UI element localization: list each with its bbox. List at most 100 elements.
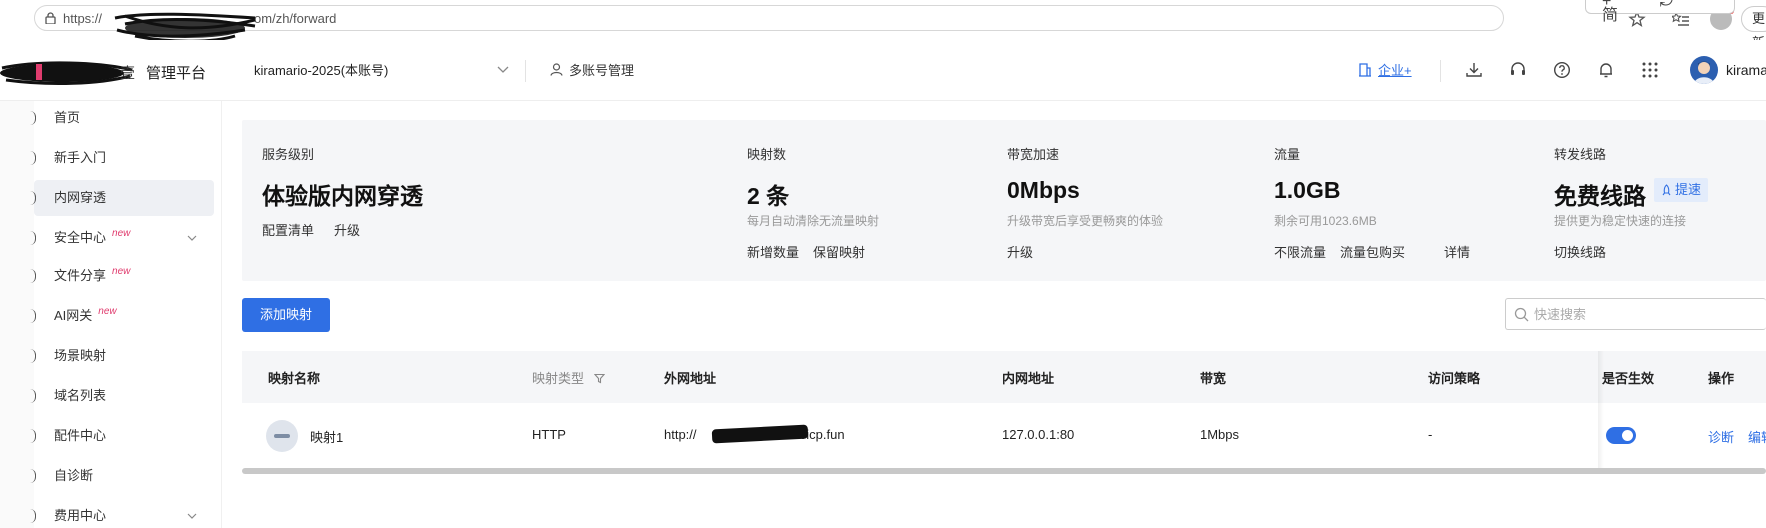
sidebar-item-home[interactable]: 首页	[34, 100, 214, 136]
sidebar-item-getting-started[interactable]: 新手入门	[34, 140, 214, 176]
address-bar[interactable]: https://om/zh/forward	[34, 5, 1504, 43]
speed-up-label: 提速	[1675, 182, 1702, 197]
header-divider	[525, 60, 526, 82]
upgrade-service-link[interactable]: 升级	[334, 220, 360, 239]
service-level-label: 服务级别	[262, 147, 315, 162]
sidebar-item-label: AI网关	[54, 308, 93, 323]
column-header-name[interactable]: 映射名称	[268, 368, 320, 387]
internal-address: 127.0.0.1:80	[1002, 427, 1075, 442]
column-header-bandwidth[interactable]: 带宽	[1200, 368, 1226, 387]
speed-up-button[interactable]: 提速	[1654, 178, 1709, 202]
logo-redaction	[0, 61, 133, 85]
mapping-table: 映射名称 映射类型 外网地址 内网地址 带宽 访问策略 是否生效 操作 映射1 …	[242, 351, 1766, 471]
help-icon[interactable]	[1553, 61, 1571, 79]
sidebar-item-label: 新手入门	[54, 150, 107, 165]
mapping-count-value: 2 条	[747, 183, 790, 209]
sidebar-item-label: 首页	[54, 110, 81, 125]
account-name: kiramario-2025(本账号)	[254, 63, 389, 78]
traffic-value: 1.0GB	[1274, 177, 1341, 203]
diagnose-link[interactable]: 诊断	[1708, 427, 1734, 446]
table-row: 映射1 HTTP http://uvicp.fun 127.0.0.1:80 1…	[242, 403, 1766, 469]
horizontal-scrollbar[interactable]	[242, 468, 1766, 474]
traffic-desc: 剩余可用1023.6MB	[1274, 214, 1377, 228]
config-list-link[interactable]: 配置清单	[262, 220, 314, 239]
search-input[interactable]	[1534, 303, 1754, 325]
switch-route-link[interactable]: 切换线路	[1554, 242, 1606, 261]
sidebar-item-billing[interactable]: 费用中心	[34, 498, 214, 528]
table-header: 映射名称 映射类型 外网地址 内网地址 带宽 访问策略 是否生效 操作	[242, 351, 1766, 403]
chevron-down-icon	[497, 66, 509, 73]
mapping-count-label: 映射数	[747, 147, 787, 162]
new-badge: new	[98, 306, 117, 317]
new-badge: new	[112, 228, 131, 239]
mapping-name: 映射1	[310, 430, 344, 445]
apps-grid-icon[interactable]	[1641, 61, 1659, 79]
enterprise-label: 企业+	[1378, 63, 1412, 78]
multi-account-label: 多账号管理	[569, 63, 635, 78]
column-header-actions: 操作	[1708, 371, 1735, 386]
bandwidth-desc: 升级带宽后享受更畅爽的体验	[1007, 214, 1164, 228]
enterprise-button[interactable]: 企业+	[1358, 60, 1412, 79]
browser-bar: https://om/zh/forward 更新 + ⤾ 简	[0, 0, 1766, 50]
search-box[interactable]	[1505, 298, 1766, 330]
unlimited-traffic-link[interactable]: 不限流量	[1274, 242, 1326, 261]
lock-icon	[45, 12, 56, 24]
bell-icon[interactable]	[1597, 61, 1615, 79]
brand-name: 壹	[120, 65, 136, 82]
multi-account-button[interactable]: 多账号管理	[550, 60, 634, 79]
sidebar-item-security[interactable]: 安全中心 new	[34, 220, 214, 256]
new-badge: new	[112, 266, 131, 277]
column-header-enabled[interactable]: 是否生效	[1602, 368, 1654, 387]
sidebar-item-accessories[interactable]: 配件中心	[34, 418, 214, 454]
sidebar-item-intranet[interactable]: 内网穿透	[34, 180, 214, 216]
sidebar-item-label: 安全中心	[54, 230, 107, 245]
sidebar-item-label: 费用中心	[54, 508, 107, 523]
download-icon[interactable]	[1465, 61, 1483, 79]
chevron-down-icon	[187, 513, 197, 519]
user-icon	[550, 63, 563, 76]
column-header-type[interactable]: 映射类型	[532, 368, 605, 387]
avatar-image-icon	[1694, 61, 1714, 84]
sidebar-item-self-diagnose[interactable]: 自诊断	[34, 458, 214, 494]
column-header-label: 映射类型	[532, 371, 585, 386]
enabled-toggle[interactable]	[1606, 427, 1636, 444]
column-header-policy[interactable]: 访问策略	[1428, 368, 1480, 387]
mapping-count-desc: 每月自动清除无流量映射	[747, 214, 880, 228]
traffic-details-link[interactable]: 详情	[1444, 242, 1470, 261]
column-header-external[interactable]: 外网地址	[664, 368, 716, 387]
app-header: 壹 管理平台 kiramario-2025(本账号) 多账号管理 企业+ kir…	[0, 40, 1766, 101]
service-level-value: 体验版内网穿透	[262, 183, 423, 209]
sidebar-item-label: 自诊断	[54, 468, 94, 483]
user-name[interactable]: kiramario	[1726, 62, 1766, 78]
filter-icon[interactable]	[593, 373, 605, 384]
route-desc: 提供更为稳定快速的连接	[1554, 214, 1687, 228]
column-header-internal[interactable]: 内网地址	[1002, 368, 1054, 387]
external-address-prefix: http://	[664, 427, 697, 442]
add-mapping-button[interactable]: 添加映射	[242, 298, 330, 332]
add-quota-link[interactable]: 新增数量	[747, 242, 799, 261]
bandwidth-cell: 1Mbps	[1200, 427, 1240, 442]
buy-traffic-link[interactable]: 流量包购买	[1340, 242, 1405, 261]
sidebar-item-label: 文件分享	[54, 268, 107, 283]
browser-update-button[interactable]: 更新	[1741, 6, 1766, 50]
edit-link[interactable]: 编辑	[1748, 427, 1766, 446]
account-selector[interactable]: kiramario-2025(本账号)	[254, 60, 510, 82]
upgrade-bandwidth-link[interactable]: 升级	[1007, 242, 1033, 261]
sidebar-item-scene-mapping[interactable]: 场景映射	[34, 338, 214, 374]
route-label: 转发线路	[1554, 147, 1607, 162]
sidebar-item-ai-gateway[interactable]: AI网关 new	[34, 298, 214, 334]
keep-mapping-link[interactable]: 保留映射	[813, 242, 865, 261]
fixed-column-shadow	[1598, 351, 1604, 469]
brand-title: 管理平台	[146, 65, 207, 82]
popup-toolbar-fragment: + ⤾ 简	[1585, 0, 1735, 24]
mapping-type-icon	[266, 420, 298, 452]
sidebar-item-label: 域名列表	[54, 388, 107, 403]
sidebar-edge	[0, 101, 34, 528]
avatar[interactable]	[1690, 56, 1718, 84]
headset-support-icon[interactable]	[1509, 61, 1527, 79]
chevron-down-icon	[187, 235, 197, 241]
sidebar-item-domains[interactable]: 域名列表	[34, 378, 214, 414]
sidebar-item-file-share[interactable]: 文件分享 new	[34, 258, 214, 294]
search-icon	[1514, 307, 1529, 322]
route-value: 免费线路	[1554, 183, 1646, 209]
